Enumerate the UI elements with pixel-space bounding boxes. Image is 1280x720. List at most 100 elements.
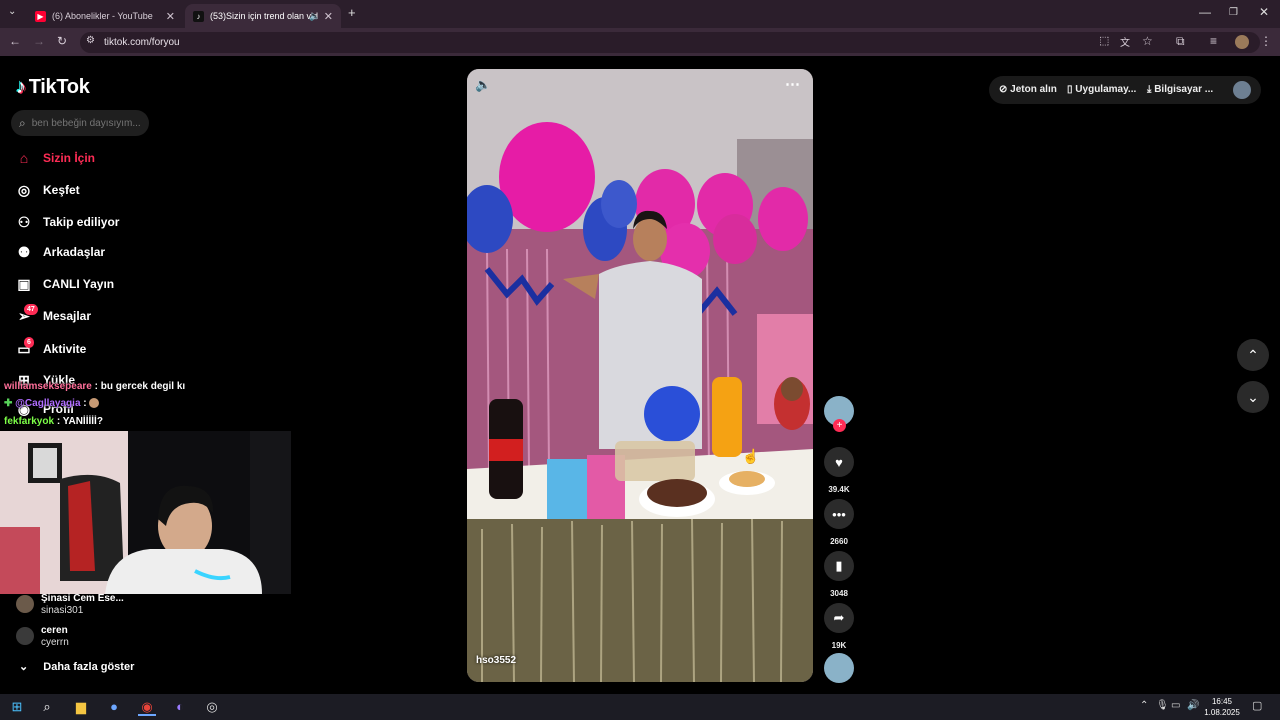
chrome-icon[interactable]: ◉ bbox=[138, 698, 156, 716]
search-icon[interactable]: ⌕ bbox=[38, 698, 56, 716]
user-avatar[interactable] bbox=[1233, 81, 1251, 99]
like-button[interactable]: ♥ 39.4K bbox=[824, 447, 854, 494]
reload-icon[interactable]: ↻ bbox=[57, 34, 67, 48]
close-icon[interactable]: ✕ bbox=[324, 10, 333, 23]
back-icon[interactable]: ← bbox=[9, 34, 21, 48]
video-frame bbox=[467, 69, 813, 682]
translate-icon[interactable]: 文 bbox=[1120, 34, 1130, 49]
media-control-icon[interactable]: ≡ bbox=[1210, 34, 1217, 48]
sidebar-item-explore[interactable]: ◎ Keşfet bbox=[14, 180, 80, 200]
comment-count: 2660 bbox=[830, 537, 848, 546]
tiktok-icon: ♪ bbox=[193, 10, 204, 22]
profile-avatar[interactable] bbox=[1235, 35, 1249, 49]
site-info-icon[interactable]: ⚙ bbox=[86, 35, 95, 46]
comment-icon: ••• bbox=[824, 499, 854, 529]
network-icon[interactable]: ▭ bbox=[1171, 700, 1180, 711]
speaker-icon[interactable]: 🔈 bbox=[309, 11, 320, 22]
sidebar-item-activity[interactable]: ▭ 6 Aktivite bbox=[14, 336, 86, 359]
music-disc[interactable] bbox=[824, 653, 854, 683]
desktop-app-button[interactable]: ⤓ Bilgisayar ... bbox=[1147, 84, 1213, 95]
get-coins-button[interactable]: ⊘ Jeton alın bbox=[999, 84, 1057, 95]
tiktok-logo[interactable]: ♪ TikTok bbox=[16, 76, 90, 99]
share-button[interactable]: ➦ 19K bbox=[824, 603, 854, 650]
video-player[interactable]: 🔈 ⋯ bbox=[467, 69, 813, 682]
close-window-icon[interactable]: ✕ bbox=[1259, 5, 1269, 19]
following-account[interactable]: Şinasi Cem Ese... sinasi301 bbox=[16, 593, 124, 617]
forward-icon[interactable]: → bbox=[33, 34, 45, 48]
compass-icon: ◎ bbox=[17, 181, 31, 198]
sidebar-item-friends[interactable]: ⚉ Arkadaşlar bbox=[14, 242, 105, 262]
emote-icon bbox=[89, 398, 100, 409]
volume-icon[interactable]: 🔈 bbox=[475, 77, 491, 93]
tab-label: (53)Sizin için trend olan vid bbox=[210, 11, 319, 21]
discord-icon[interactable]: ◐ bbox=[171, 698, 189, 716]
follow-plus-icon[interactable]: + bbox=[833, 419, 846, 432]
chat-username: @Cagllayagia bbox=[15, 398, 81, 409]
chat-username: fekfarkyok bbox=[4, 416, 55, 427]
sidebar-item-label: Sizin İçin bbox=[43, 151, 96, 165]
volume-icon[interactable]: 🔊 bbox=[1187, 700, 1199, 711]
tray-chevron-icon[interactable]: ⌃ bbox=[1140, 700, 1148, 711]
activity-badge: 6 bbox=[24, 336, 34, 348]
minimize-icon[interactable]: — bbox=[1199, 5, 1211, 19]
youtube-icon: ▶ bbox=[35, 10, 46, 22]
microphone-icon[interactable]: 🎙 bbox=[1156, 700, 1169, 711]
search-bar[interactable]: ⌕ bbox=[11, 110, 149, 136]
tab-tiktok[interactable]: ♪ (53)Sizin için trend olan vid 🔈 ✕ bbox=[185, 4, 341, 28]
sidebar-item-messages[interactable]: ➢ 47 Mesajlar bbox=[14, 303, 91, 326]
bookmark-star-icon[interactable]: ☆ bbox=[1142, 34, 1153, 48]
activity-icon: ▭ 6 bbox=[14, 336, 34, 358]
search-input[interactable] bbox=[31, 117, 142, 129]
show-more-label: Daha fazla göster bbox=[43, 661, 135, 673]
tab-search-icon[interactable]: ⌄ bbox=[8, 6, 16, 17]
messages-badge: 47 bbox=[24, 303, 38, 315]
heart-icon: ♥ bbox=[824, 447, 854, 477]
chat-message: fekfarkyok : YANİİİİİ? bbox=[4, 416, 103, 427]
close-icon[interactable]: ✕ bbox=[166, 10, 175, 23]
desktop-app-label: Bilgisayar ... bbox=[1154, 84, 1214, 95]
chat-text: : YANİİİİİ? bbox=[56, 416, 103, 427]
tab-youtube[interactable]: ▶ (6) Abonelikler - YouTube ✕ bbox=[27, 4, 183, 28]
comment-button[interactable]: ••• 2660 bbox=[824, 499, 854, 546]
sidebar-item-following[interactable]: ⚇ Takip ediliyor bbox=[14, 212, 120, 232]
previous-video-button[interactable]: ⌃ bbox=[1237, 339, 1269, 371]
share-count: 19K bbox=[831, 641, 847, 650]
sidebar-item-live[interactable]: ▣ CANLI Yayın bbox=[14, 274, 114, 294]
obs-icon[interactable]: ◎ bbox=[203, 698, 221, 716]
sidebar-item-label: CANLI Yayın bbox=[43, 277, 115, 291]
extensions-icon[interactable]: ⧉ bbox=[1176, 34, 1185, 49]
windows-taskbar bbox=[0, 694, 1280, 720]
install-app-icon[interactable]: ⬚ bbox=[1099, 34, 1109, 47]
chat-text: : bbox=[83, 398, 87, 409]
app-icon[interactable]: ● bbox=[105, 698, 123, 716]
sidebar-item-label: Arkadaşlar bbox=[43, 245, 106, 259]
notification-icon[interactable]: ▢ bbox=[1252, 699, 1262, 712]
save-button[interactable]: ▮ 3048 bbox=[824, 551, 854, 598]
windows-start-icon[interactable]: ⊞ bbox=[8, 698, 26, 716]
account-name: ceren bbox=[41, 625, 68, 636]
new-tab-icon[interactable]: + bbox=[348, 5, 356, 20]
show-more-button[interactable]: ⌄ Daha fazla göster bbox=[19, 660, 134, 673]
address-bar[interactable] bbox=[80, 32, 1260, 53]
creator-avatar[interactable]: + bbox=[824, 396, 854, 432]
chat-text: : bu gercek degil kı bbox=[94, 381, 186, 392]
video-author[interactable]: hso3552 bbox=[476, 655, 516, 666]
file-explorer-icon[interactable]: ▆ bbox=[72, 698, 90, 716]
tab-label: (6) Abonelikler - YouTube bbox=[52, 11, 153, 21]
friends-icon: ⚉ bbox=[17, 243, 31, 260]
more-options-icon[interactable]: ⋯ bbox=[785, 75, 800, 93]
system-clock[interactable]: 16:45 1.08.2025 bbox=[1200, 696, 1244, 718]
avatar bbox=[16, 627, 34, 645]
following-icon: ⚇ bbox=[17, 213, 31, 230]
tiktok-icon: ♪ bbox=[16, 76, 26, 98]
menu-icon[interactable]: ⋮ bbox=[1260, 34, 1272, 48]
get-app-button[interactable]: ▯ Uygulamay... bbox=[1067, 84, 1136, 95]
following-account[interactable]: ceren cyerrn bbox=[16, 625, 69, 649]
restore-icon[interactable]: ❐ bbox=[1229, 7, 1238, 18]
url-text[interactable]: tiktok.com/foryou bbox=[104, 37, 180, 48]
coin-icon: ⊘ bbox=[999, 84, 1008, 95]
sidebar-item-for-you[interactable]: ⌂ Sizin İçin bbox=[14, 148, 95, 168]
next-video-button[interactable]: ⌄ bbox=[1237, 381, 1269, 413]
home-icon: ⌂ bbox=[19, 150, 29, 166]
like-count: 39.4K bbox=[828, 485, 850, 494]
